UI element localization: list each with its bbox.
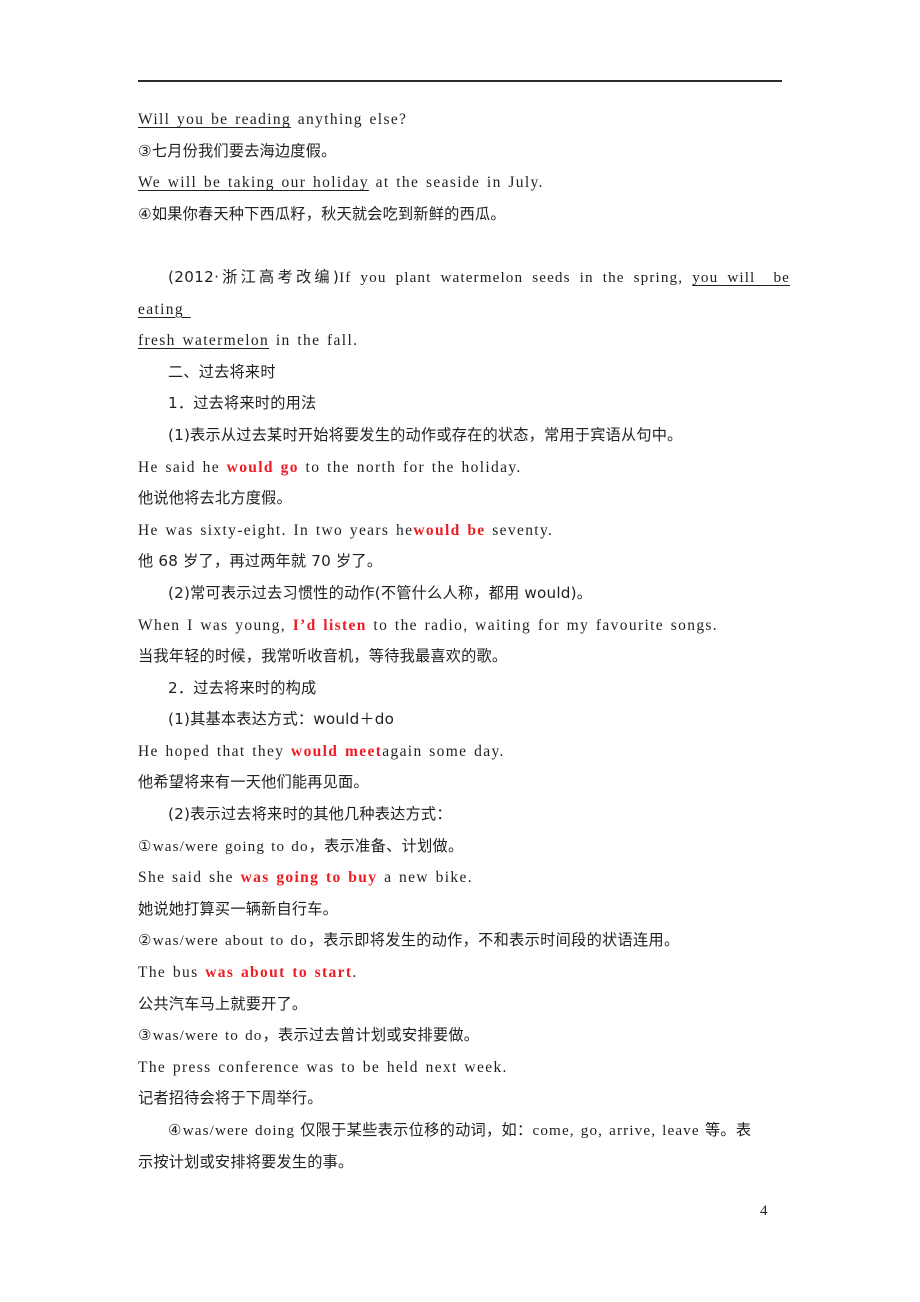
highlighted-phrase: was going to buy	[240, 869, 378, 887]
sentence-head: He hoped that they	[138, 742, 292, 760]
underlined-answer: you will be	[692, 268, 790, 286]
example-sentence: The press conference was to be held next…	[138, 1058, 508, 1076]
text-line: ①was/were going to do，表示准备、计划做。	[138, 831, 790, 863]
sentence-head: He said he	[138, 458, 227, 476]
sentence-head: She said she	[138, 869, 241, 887]
form-label: ④was/were doing	[168, 1122, 296, 1139]
text-line: Will you be reading anything else?	[138, 104, 790, 136]
sentence-head: He was sixty-eight. In two years he	[138, 521, 414, 539]
form-note-tail: 等。表	[699, 1121, 752, 1139]
example-sentence: The bus was about to start.	[138, 957, 790, 989]
text-line: (1)表示从过去某时开始将要发生的动作或存在的状态，常用于宾语从句中。	[168, 425, 683, 444]
sentence-tail: seventy.	[485, 521, 554, 539]
example-sentence: She said she was going to buy a new bike…	[138, 862, 790, 894]
example-sentence: He hoped that they would meetagain some …	[138, 736, 790, 768]
example-sentence: He was sixty-eight. In two years hewould…	[138, 515, 790, 547]
text-paragraph-cont: 示按计划或安排将要发生的事。	[138, 1152, 354, 1171]
form-label: ③was/were to do	[138, 1027, 263, 1045]
translation-line: 当我年轻的时候，我常听收音机，等待我最喜欢的歌。	[138, 647, 508, 666]
sentence-tail: anything else?	[291, 111, 408, 128]
underlined-phrase: Will you be reading	[138, 111, 292, 128]
underlined-answer-cont: eating	[138, 300, 191, 318]
exam-citation-line: (2012·浙江高考改编)If you plant watermelon see…	[138, 262, 790, 294]
verb-list: come, go, arrive, leave	[532, 1122, 700, 1139]
text-line: (1)其基本表达方式：would＋do	[168, 710, 395, 729]
exam-source-label: (2012·浙江高考改编)	[168, 267, 340, 286]
sentence-tail: again some day.	[382, 742, 505, 760]
sentence-tail: .	[352, 964, 358, 982]
sentence-tail: in the fall.	[269, 332, 359, 350]
document-body: Will you be reading anything else? ③七月份我…	[138, 104, 790, 1178]
form-label: ①was/were going to do	[138, 837, 309, 855]
example-sentence: When I was young, I’d listen to the radi…	[138, 610, 790, 642]
sentence-tail: at the seaside in July.	[368, 174, 544, 192]
sentence-head: When I was young,	[138, 616, 293, 634]
underlined-phrase: fresh watermelon	[138, 332, 270, 350]
text-line: ④如果你春天种下西瓜籽，秋天就会吃到新鲜的西瓜。	[138, 204, 506, 223]
underlined-phrase: We will be taking our holiday	[138, 174, 369, 192]
page-number: 4	[760, 1203, 768, 1219]
highlighted-phrase: I’d listen	[292, 616, 367, 634]
form-note: ，表示准备、计划做。	[308, 836, 464, 855]
sentence-tail: to the north for the holiday.	[298, 458, 522, 476]
text-line: (2)常可表示过去习惯性的动作(不管什么人称，都用 would)。	[168, 583, 593, 602]
text-line: (2)表示过去将来时的其他几种表达方式：	[168, 805, 452, 824]
form-note: 仅限于某些表示位移的动词，如：	[295, 1121, 533, 1139]
text-paragraph: ④was/were doing 仅限于某些表示位移的动词，如：come, go,…	[138, 1115, 790, 1147]
translation-line: 他说他将去北方度假。	[138, 489, 292, 508]
form-label: ②was/were about to do	[138, 932, 308, 950]
header-rule	[138, 80, 782, 82]
highlighted-phrase: would go	[226, 458, 299, 476]
sentence-head: The bus	[138, 964, 206, 982]
citation-sentence: If you plant watermelon seeds in the spr…	[339, 268, 693, 286]
document-page: Will you be reading anything else? ③七月份我…	[0, 0, 920, 1302]
translation-line: 他 68 岁了，再过两年就 70 岁了。	[138, 552, 383, 571]
text-line: ③was/were to do，表示过去曾计划或安排要做。	[138, 1020, 790, 1052]
translation-line: 她说她打算买一辆新自行车。	[138, 899, 339, 918]
text-line: ③七月份我们要去海边度假。	[138, 141, 337, 160]
form-note: ，表示过去曾计划或安排要做。	[262, 1026, 480, 1045]
translation-line: 记者招待会将于下周举行。	[138, 1089, 323, 1108]
text-line: fresh watermelon in the fall.	[138, 325, 790, 357]
text-line: ②was/were about to do，表示即将发生的动作，不和表示时间段的…	[138, 925, 790, 957]
highlighted-phrase: was about to start	[205, 964, 353, 982]
form-note: ，表示即将发生的动作，不和表示时间段的状语连用。	[307, 931, 680, 950]
subsection-heading: 2．过去将来时的构成	[168, 678, 317, 697]
text-line: We will be taking our holiday at the sea…	[138, 167, 790, 199]
text-line: eating	[138, 294, 790, 326]
translation-line: 公共汽车马上就要开了。	[138, 994, 308, 1013]
example-sentence: He said he would go to the north for the…	[138, 452, 790, 484]
section-heading: 二、过去将来时	[168, 362, 276, 381]
subsection-heading: 1．过去将来时的用法	[168, 394, 317, 413]
sentence-tail: to the radio, waiting for my favourite s…	[366, 616, 719, 634]
highlighted-phrase: would meet	[291, 742, 383, 760]
sentence-tail: a new bike.	[377, 869, 473, 887]
translation-line: 他希望将来有一天他们能再见面。	[138, 773, 369, 792]
highlighted-phrase: would be	[413, 521, 486, 539]
